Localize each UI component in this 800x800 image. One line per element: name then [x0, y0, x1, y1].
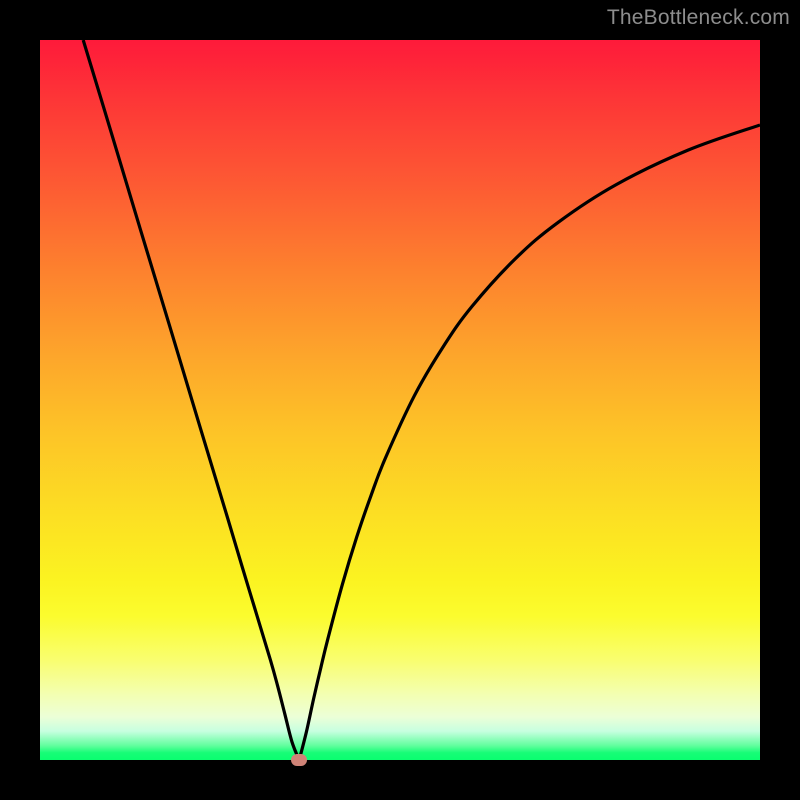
- plot-area: [40, 40, 760, 760]
- bottleneck-curve: [40, 40, 760, 760]
- curve-left-path: [83, 40, 299, 760]
- curve-right-path: [299, 125, 760, 760]
- chart-frame: TheBottleneck.com: [0, 0, 800, 800]
- watermark-text: TheBottleneck.com: [607, 6, 790, 30]
- minimum-marker: [291, 754, 307, 766]
